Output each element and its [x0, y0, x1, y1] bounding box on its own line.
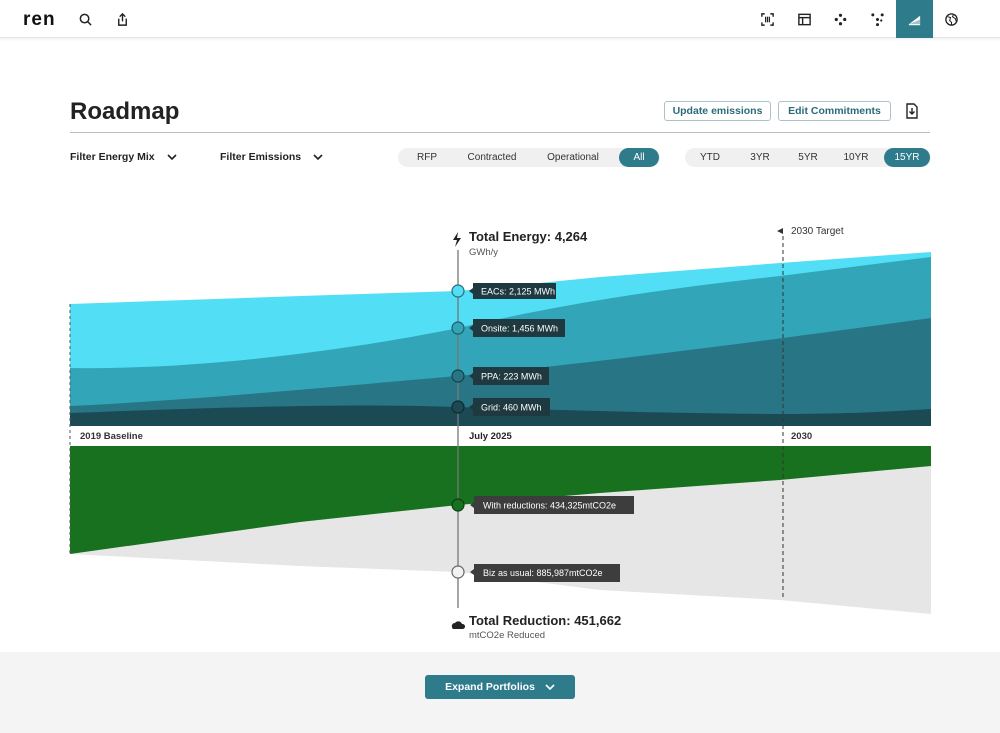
total-energy-title: Total Energy: 4,264 — [469, 229, 588, 244]
chevron-down-icon — [313, 153, 323, 160]
filter-emissions-label: Filter Emissions — [220, 151, 302, 163]
roadmap-icon[interactable] — [896, 0, 933, 38]
layout-icon[interactable] — [786, 0, 823, 38]
lightning-icon — [453, 232, 461, 247]
marker-eacs[interactable] — [451, 284, 465, 298]
range-toggle-group: YTD 3YR 5YR 10YR 15YR — [685, 148, 931, 167]
status-option-contracted[interactable]: Contracted — [456, 148, 528, 167]
filter-energy-mix-label: Filter Energy Mix — [70, 151, 155, 163]
range-option-3yr[interactable]: 3YR — [739, 148, 781, 167]
roadmap-chart: 2030 Target 2019 Baseline July 2025 2030… — [69, 226, 931, 641]
target-label: 2030 Target — [791, 226, 844, 237]
tooltip-eacs: EACs: 2,125 MWh — [469, 283, 556, 299]
svg-text:Biz as usual: 885,987mtCO2e: Biz as usual: 885,987mtCO2e — [483, 568, 603, 578]
marker-grid[interactable] — [451, 400, 465, 414]
chevron-down-icon — [167, 153, 177, 160]
range-option-10yr[interactable]: 10YR — [835, 148, 877, 167]
svg-text:Grid: 460 MWh: Grid: 460 MWh — [481, 403, 542, 413]
svg-text:PPA: 223 MWh: PPA: 223 MWh — [481, 372, 542, 382]
x-label-baseline: 2019 Baseline — [80, 431, 143, 442]
globe-icon[interactable] — [933, 0, 970, 38]
status-toggle-group: RFP Contracted Operational All — [398, 148, 660, 167]
page-title: Roadmap — [70, 98, 180, 125]
tooltip-grid: Grid: 460 MWh — [469, 398, 550, 416]
x-label-2030: 2030 — [791, 431, 812, 442]
marker-ppa[interactable] — [451, 369, 465, 383]
total-reduction-unit: mtCO2e Reduced — [469, 630, 545, 641]
tooltip-ppa: PPA: 223 MWh — [469, 367, 549, 385]
filter-energy-mix-dropdown[interactable]: Filter Energy Mix — [70, 151, 177, 163]
target-arrow-icon — [777, 228, 783, 234]
svg-text:Onsite: 1,456 MWh: Onsite: 1,456 MWh — [481, 324, 558, 334]
edit-commitments-button[interactable]: Edit Commitments — [778, 101, 891, 121]
expand-portfolios-label: Expand Portfolios — [445, 681, 535, 693]
scan-icon[interactable] — [749, 0, 786, 38]
tooltip-with-reductions: With reductions: 434,325mtCO2e — [470, 496, 634, 514]
tooltip-biz-as-usual: Biz as usual: 885,987mtCO2e — [470, 564, 620, 582]
svg-text:With reductions: 434,325mtCO2e: With reductions: 434,325mtCO2e — [483, 501, 616, 511]
header-divider — [70, 132, 930, 133]
network-icon[interactable] — [859, 0, 896, 38]
range-option-15yr[interactable]: 15YR — [884, 148, 930, 167]
marker-with-reductions[interactable] — [451, 498, 465, 512]
total-energy-unit: GWh/y — [469, 247, 498, 258]
download-icon[interactable] — [905, 103, 919, 119]
chevron-down-icon — [545, 683, 555, 690]
status-option-all[interactable]: All — [619, 148, 659, 167]
range-option-5yr[interactable]: 5YR — [787, 148, 829, 167]
status-option-operational[interactable]: Operational — [534, 148, 612, 167]
update-emissions-button[interactable]: Update emissions — [664, 101, 771, 121]
share-icon[interactable] — [104, 0, 141, 38]
tooltip-onsite: Onsite: 1,456 MWh — [469, 319, 565, 337]
marker-biz-as-usual[interactable] — [451, 565, 465, 579]
expand-portfolios-button[interactable]: Expand Portfolios — [425, 675, 575, 699]
total-reduction-title: Total Reduction: 451,662 — [469, 613, 621, 628]
cloud-icon — [451, 621, 466, 629]
app-logo[interactable]: ren — [23, 9, 56, 31]
marker-onsite[interactable] — [451, 321, 465, 335]
top-bar: ren — [0, 0, 1000, 38]
range-option-ytd[interactable]: YTD — [689, 148, 731, 167]
filter-emissions-dropdown[interactable]: Filter Emissions — [220, 151, 323, 163]
search-icon[interactable] — [67, 0, 104, 38]
nodes-icon[interactable] — [822, 0, 859, 38]
svg-text:EACs: 2,125 MWh: EACs: 2,125 MWh — [481, 287, 555, 297]
status-option-rfp[interactable]: RFP — [402, 148, 452, 167]
x-label-current: July 2025 — [469, 431, 512, 442]
